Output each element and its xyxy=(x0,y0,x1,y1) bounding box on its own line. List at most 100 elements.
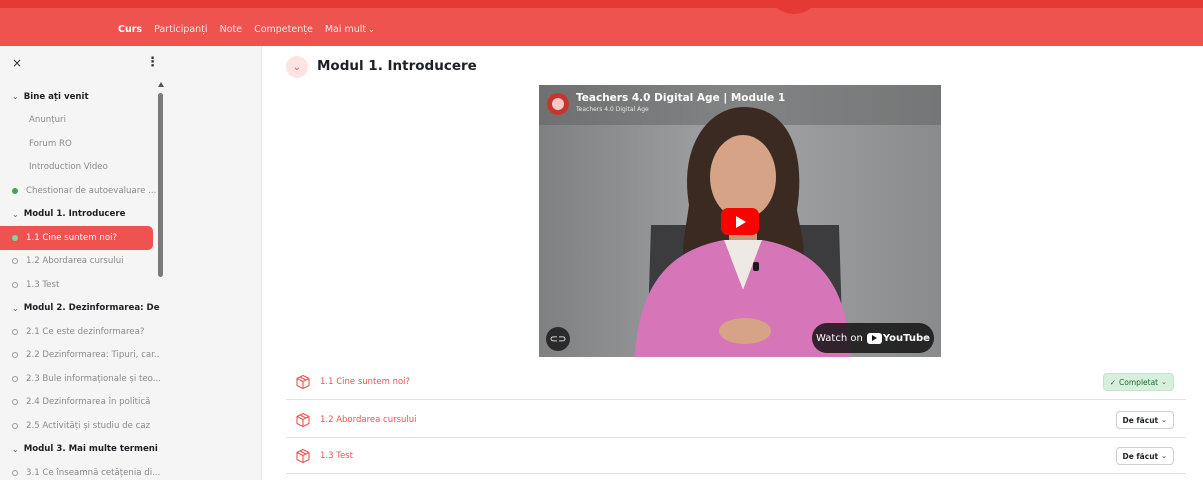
chevron-down-icon[interactable]: ⌄ xyxy=(12,92,19,101)
video-title[interactable]: Teachers 4.0 Digital Age | Module 1 xyxy=(576,92,785,104)
package-icon xyxy=(296,448,310,463)
kebab-menu-icon[interactable]: ⋮ xyxy=(146,55,159,70)
nav-tab-curs[interactable]: Curs xyxy=(118,24,142,35)
sidebar-item-label: Modul 2. Dezinformarea: De... xyxy=(23,303,160,314)
mark-todo-button[interactable]: De făcut ⌄ xyxy=(1115,411,1174,429)
sidebar-item-label: 1.2 Abordarea cursului xyxy=(26,256,124,267)
sidebar-item-label: 2.4 Dezinformarea în politică xyxy=(26,397,151,408)
channel-logo-inner xyxy=(552,98,564,110)
sidebar-item-label: Introduction Video xyxy=(29,162,108,173)
youtube-video-player[interactable]: Teachers 4.0 Digital Age | Module 1 Teac… xyxy=(539,85,941,357)
package-icon xyxy=(296,374,310,389)
sidebar-item-label: 2.2 Dezinformarea: Tipuri, car... xyxy=(26,350,160,361)
course-index-list: ⌄ Bine ați venit Anunțuri Forum RO Introduct… xyxy=(0,85,160,480)
youtube-play-box xyxy=(866,332,882,344)
sidebar-activity-item[interactable]: Chestionar de autoevaluare ... xyxy=(0,179,160,203)
play-icon[interactable] xyxy=(721,208,759,235)
completion-label: Completat xyxy=(1119,377,1159,387)
mark-todo-button[interactable]: De făcut ⌄ xyxy=(1115,447,1174,465)
sidebar-item-label: Forum RO xyxy=(29,138,72,149)
completion-todo-icon xyxy=(12,328,18,335)
top-accent-stripe xyxy=(0,0,1203,8)
sidebar-item[interactable]: Anunțuri xyxy=(0,109,160,133)
activity-row: 1.1 Cine suntem noi? ✓ Completat ⌄ xyxy=(286,364,1186,400)
top-navbar: Curs Participanți Note Competențe Mai mu… xyxy=(0,0,1203,46)
completion-todo-icon xyxy=(12,469,18,476)
video-channel-name[interactable]: Teachers 4.0 Digital Age xyxy=(576,106,649,113)
sidebar-activity-item[interactable]: 2.3 Bule informaționale și teo... xyxy=(0,367,160,391)
user-avatar-button[interactable] xyxy=(770,0,818,14)
completion-status-button[interactable]: ✓ Completat ⌄ xyxy=(1102,373,1174,391)
sidebar-item-label: Chestionar de autoevaluare ... xyxy=(26,185,157,196)
sidebar-item-label: Modul 3. Mai multe termeni ... xyxy=(23,444,160,455)
package-icon xyxy=(296,412,310,427)
link-icon[interactable]: ⊂⊃ xyxy=(546,327,570,351)
sidebar-item-label: Bine ați venit xyxy=(23,91,89,102)
completion-done-icon xyxy=(12,187,18,194)
chevron-down-icon: ⌄ xyxy=(1161,378,1167,386)
youtube-play-triangle xyxy=(872,335,878,341)
watch-on-label: Watch on xyxy=(816,332,863,344)
completion-todo-icon xyxy=(12,375,18,382)
sidebar-item[interactable]: Introduction Video xyxy=(0,156,160,180)
drawer-header: × ⋮ xyxy=(0,46,261,82)
sidebar-activity-item[interactable]: 2.4 Dezinformarea în politică xyxy=(0,391,160,415)
sidebar-section[interactable]: ⌄ Modul 1. Introducere xyxy=(0,203,160,227)
sidebar-item-label: 2.5 Activități și studiu de caz xyxy=(26,420,151,431)
nav-tab-note[interactable]: Note xyxy=(220,24,243,35)
section-title: Modul 1. Introducere xyxy=(317,58,477,74)
completion-todo-icon xyxy=(12,258,18,265)
sidebar-item-label: 3.1 Ce înseamnă cetățenia di... xyxy=(26,467,160,478)
main-content: ⌄ Modul 1. Introducere Teachers 4.0 Digi… xyxy=(262,46,1203,480)
nav-tab-competente[interactable]: Competențe xyxy=(254,24,313,35)
sidebar-activity-item[interactable]: 3.1 Ce înseamnă cetățenia di... xyxy=(0,461,160,480)
sidebar-item-label: 1.1 Cine suntem noi? xyxy=(26,232,118,243)
chevron-down-icon[interactable]: ⌄ xyxy=(12,304,19,313)
chevron-down-icon[interactable]: ⌄ xyxy=(12,445,19,454)
chevron-down-icon[interactable]: ⌄ xyxy=(12,210,19,219)
check-icon: ✓ xyxy=(1109,377,1117,387)
channel-logo-icon[interactable] xyxy=(547,93,569,115)
sidebar-section[interactable]: ⌄ Bine ați venit xyxy=(0,85,160,109)
sidebar-item-label: Modul 1. Introducere xyxy=(23,209,126,220)
nav-tab-participanti[interactable]: Participanți xyxy=(154,24,208,35)
sidebar-item[interactable]: Forum RO xyxy=(0,132,160,156)
course-nav: Curs Participanți Note Competențe Mai mu… xyxy=(118,19,375,39)
play-triangle xyxy=(736,215,746,228)
chevron-down-icon: ⌄ xyxy=(1161,416,1167,424)
nav-tab-mai-mult[interactable]: Mai mult ⌄ xyxy=(325,24,375,35)
nav-mai-mult-label: Mai mult xyxy=(324,23,367,35)
sidebar-activity-item[interactable]: 1.3 Test xyxy=(0,273,160,297)
sidebar-item-label: Anunțuri xyxy=(29,115,66,126)
sidebar-activity-item[interactable]: 1.2 Abordarea cursului xyxy=(0,250,160,274)
watch-on-youtube-button[interactable]: Watch on YouTube xyxy=(812,323,934,353)
chevron-down-icon: ⌄ xyxy=(1161,452,1167,460)
chevron-down-icon: ⌄ xyxy=(292,61,302,73)
completion-done-icon xyxy=(12,234,18,241)
sidebar-section[interactable]: ⌄ Modul 2. Dezinformarea: De... xyxy=(0,297,160,321)
sidebar-item-label: 2.1 Ce este dezinformarea? xyxy=(26,326,145,337)
activity-link[interactable]: 1.3 Test xyxy=(320,451,353,461)
completion-todo-icon xyxy=(12,399,18,406)
sidebar-activity-item[interactable]: 1.1 Cine suntem noi? xyxy=(0,226,153,250)
sidebar-activity-item[interactable]: 2.1 Ce este dezinformarea? xyxy=(0,320,160,344)
activity-row: 1.3 Test De făcut ⌄ xyxy=(286,438,1186,474)
youtube-wordmark: YouTube xyxy=(882,332,930,344)
sidebar-item-label: 1.3 Test xyxy=(26,279,60,290)
course-index-drawer: × ⋮ ⌄ Bine ați venit Anunțuri Forum RO Intro… xyxy=(0,46,262,480)
completion-label: De făcut xyxy=(1122,415,1159,425)
activity-link[interactable]: 1.1 Cine suntem noi? xyxy=(320,377,410,387)
sidebar-section[interactable]: ⌄ Modul 3. Mai multe termeni ... xyxy=(0,438,160,462)
sidebar-item-label: 2.3 Bule informaționale și teo... xyxy=(26,373,160,384)
activity-link[interactable]: 1.2 Abordarea cursului xyxy=(320,415,417,425)
section-collapse-toggle[interactable]: ⌄ xyxy=(286,56,308,78)
activity-row: 1.2 Abordarea cursului De făcut ⌄ xyxy=(286,402,1186,438)
completion-todo-icon xyxy=(12,422,18,429)
sidebar-activity-item[interactable]: 2.2 Dezinformarea: Tipuri, car... xyxy=(0,344,160,368)
completion-todo-icon xyxy=(12,352,18,359)
youtube-logo-icon: YouTube xyxy=(866,332,930,344)
sidebar-activity-item[interactable]: 2.5 Activități și studiu de caz xyxy=(0,414,160,438)
close-icon[interactable]: × xyxy=(12,56,22,70)
completion-todo-icon xyxy=(12,281,18,288)
completion-label: De făcut xyxy=(1122,451,1159,461)
